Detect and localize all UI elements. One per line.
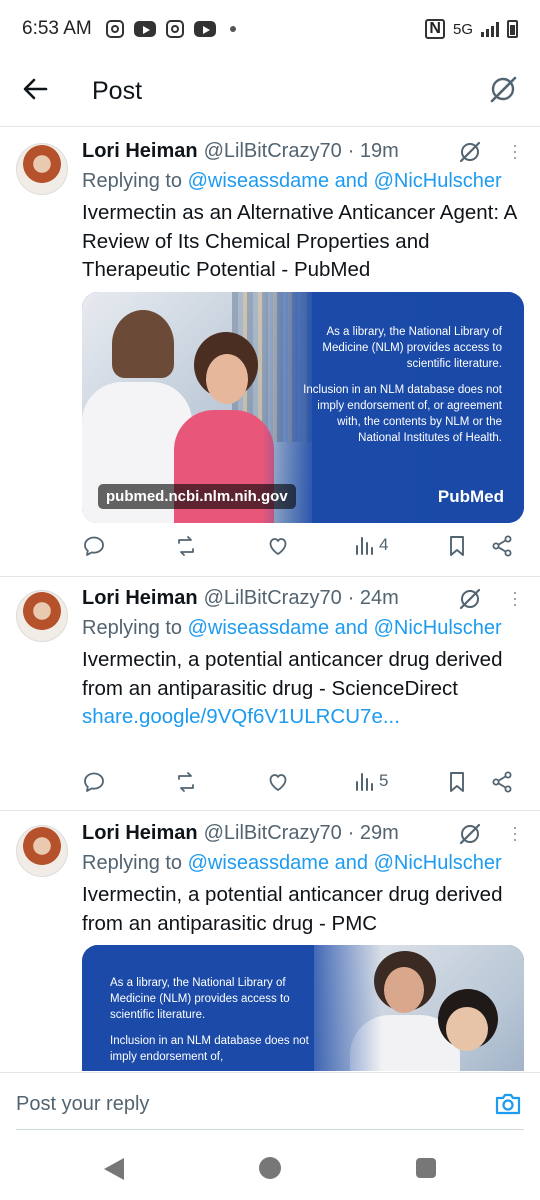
- tweet[interactable]: Lori Heiman @LilBitCrazy70 · 29m · · · Rep…: [0, 811, 540, 1071]
- link-card[interactable]: As a library, the National Library of Me…: [82, 945, 524, 1071]
- nfc-icon: N: [425, 19, 445, 39]
- reply-bar: Post your reply: [0, 1072, 540, 1138]
- status-bar: 6:53 AM N 5G: [0, 0, 540, 58]
- tweet-actions: 5: [82, 770, 522, 800]
- reply-underline: [16, 1129, 524, 1130]
- tweet-actions: 4: [82, 534, 522, 564]
- card-domain: pubmed.ncbi.nlm.nih.gov: [98, 484, 296, 509]
- grok-icon[interactable]: [458, 140, 482, 170]
- grok-icon[interactable]: [488, 74, 518, 109]
- avatar[interactable]: [16, 825, 68, 877]
- more-options-icon[interactable]: · · ·: [512, 818, 518, 848]
- replying-to-links[interactable]: @wiseassdame and @NicHulscher: [188, 852, 502, 874]
- back-icon[interactable]: [104, 1158, 124, 1180]
- reply-icon[interactable]: [82, 770, 106, 794]
- tweet-header: Lori Heiman @LilBitCrazy70 · 24m · · ·: [82, 583, 526, 613]
- author-handle[interactable]: @LilBitCrazy70: [204, 822, 342, 845]
- avatar[interactable]: [16, 590, 68, 642]
- views-count: 5: [379, 771, 389, 790]
- grok-icon[interactable]: [458, 822, 482, 852]
- replying-to: Replying to @wiseassdame and @NicHulsche…: [82, 170, 502, 193]
- tweet-text: Ivermectin, a potential anticancer drug …: [82, 881, 522, 938]
- youtube-icon: [133, 21, 156, 37]
- views-count: 4: [379, 535, 389, 554]
- tweet[interactable]: Lori Heiman @LilBitCrazy70 · 24m · · · Rep…: [0, 577, 540, 810]
- tweet-text-content: Ivermectin as an Alternative Anticancer …: [82, 201, 517, 281]
- avatar[interactable]: [16, 143, 68, 195]
- repost-icon[interactable]: [174, 534, 198, 558]
- reply-input[interactable]: Post your reply: [16, 1093, 149, 1116]
- like-icon[interactable]: [266, 770, 290, 794]
- card-text-1: As a library, the National Library of Me…: [322, 326, 502, 370]
- card-text-2: Inclusion in an NLM database does not im…: [303, 384, 502, 444]
- author-name[interactable]: Lori Heiman: [82, 822, 198, 845]
- network-type: 5G: [452, 20, 473, 38]
- views-icon[interactable]: 5: [354, 770, 388, 792]
- tweet-header: Lori Heiman @LilBitCrazy70 · 19m · · ·: [82, 136, 526, 166]
- replying-to-links[interactable]: @wiseassdame and @NicHulscher: [188, 170, 502, 192]
- share-icon[interactable]: [490, 534, 514, 558]
- card-text-1: As a library, the National Library of Me…: [110, 977, 290, 1021]
- replying-to: Replying to @wiseassdame and @NicHulsche…: [82, 617, 502, 640]
- views-icon[interactable]: 4: [354, 534, 388, 556]
- dot-icon: [229, 26, 236, 32]
- arrow-left-icon[interactable]: [22, 76, 48, 107]
- app-bar: Post: [0, 58, 540, 124]
- page-title: Post: [92, 76, 143, 105]
- tweet-link[interactable]: share.google/9VQf6V1ULRCU7e...: [82, 705, 400, 728]
- recents-icon[interactable]: [416, 1158, 436, 1178]
- replying-prefix: Replying to: [82, 852, 188, 874]
- tweet-text-content: Ivermectin, a potential anticancer drug …: [82, 648, 503, 700]
- status-time: 6:53 AM: [22, 18, 92, 39]
- tweet-text: Ivermectin, a potential anticancer drug …: [82, 646, 522, 732]
- replying-to: Replying to @wiseassdame and @NicHulsche…: [82, 852, 502, 875]
- instagram-icon: [165, 20, 184, 38]
- card-text-2: Inclusion in an NLM database does not im…: [110, 1035, 309, 1063]
- replying-to-links[interactable]: @wiseassdame and @NicHulscher: [188, 617, 502, 639]
- author-handle[interactable]: @LilBitCrazy70: [204, 140, 342, 163]
- author-handle[interactable]: @LilBitCrazy70: [204, 587, 342, 610]
- replying-prefix: Replying to: [82, 170, 188, 192]
- bookmark-icon[interactable]: [446, 770, 468, 794]
- more-options-icon[interactable]: · · ·: [512, 583, 518, 613]
- signal-icon: [481, 21, 499, 37]
- repost-icon[interactable]: [174, 770, 198, 794]
- home-icon[interactable]: [259, 1157, 281, 1179]
- post-time: · 24m: [347, 587, 399, 609]
- post-time: · 29m: [347, 822, 399, 844]
- replying-prefix: Replying to: [82, 617, 188, 639]
- like-icon[interactable]: [266, 534, 290, 558]
- tweet[interactable]: Lori Heiman @LilBitCrazy70 · 19m · · · Rep…: [0, 127, 540, 575]
- author-name[interactable]: Lori Heiman: [82, 587, 198, 610]
- more-options-icon[interactable]: · · ·: [512, 136, 518, 166]
- author-name[interactable]: Lori Heiman: [82, 140, 198, 163]
- instagram-icon: [105, 20, 124, 38]
- reply-icon[interactable]: [82, 534, 106, 558]
- post-time: · 19m: [347, 140, 399, 162]
- pubmed-logo: PubMed: [437, 487, 504, 506]
- bookmark-icon[interactable]: [446, 534, 468, 558]
- tweet-text: Ivermectin as an Alternative Anticancer …: [82, 199, 522, 285]
- system-nav-bar: [0, 1138, 540, 1200]
- link-card[interactable]: As a library, the National Library of Me…: [82, 292, 524, 523]
- grok-icon[interactable]: [458, 587, 482, 617]
- share-icon[interactable]: [490, 770, 514, 794]
- tweet-text-content: Ivermectin, a potential anticancer drug …: [82, 883, 503, 935]
- youtube-icon: [193, 21, 216, 37]
- battery-icon: [507, 20, 518, 38]
- camera-icon[interactable]: [494, 1091, 522, 1122]
- tweet-header: Lori Heiman @LilBitCrazy70 · 29m · · ·: [82, 818, 526, 848]
